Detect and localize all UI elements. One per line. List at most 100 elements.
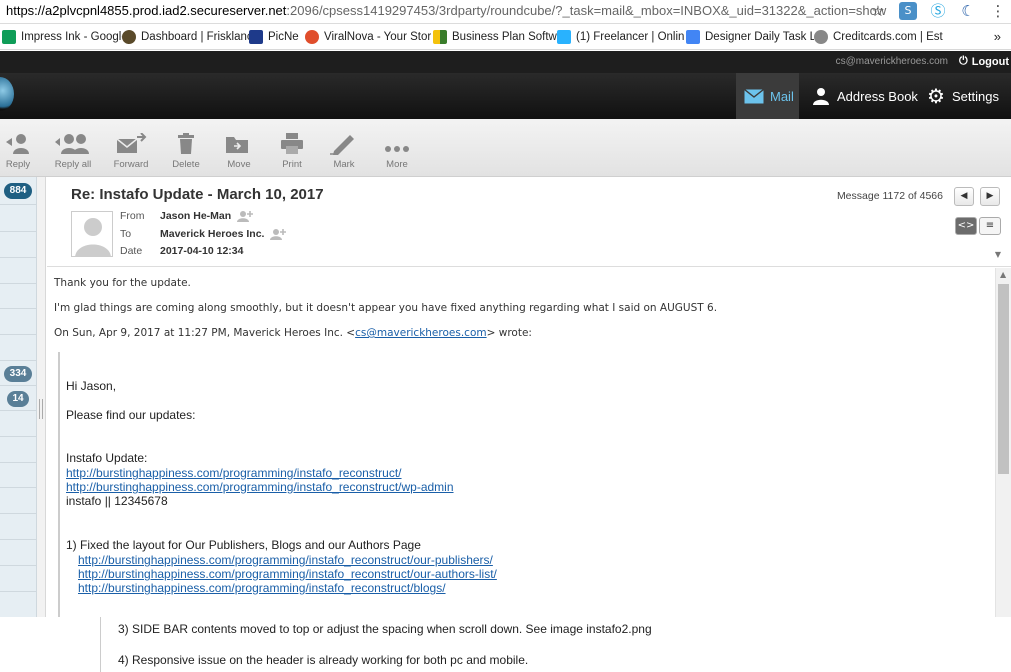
trash-icon (178, 133, 194, 154)
scroll-thumb[interactable] (998, 284, 1009, 474)
nav-settings[interactable]: ⚙ Settings (926, 73, 999, 119)
picnet-icon (249, 30, 263, 44)
message-counter: Message 1172 of 4566 (836, 190, 943, 202)
add-contact-icon[interactable] (237, 210, 254, 222)
reply-all-button[interactable]: Reply all (51, 133, 95, 170)
app-topbar: cs@maverickheroes.com ⏻ Logout (0, 51, 1011, 73)
body-line: I'm glad things are coming along smoothl… (54, 302, 718, 314)
add-contact-icon[interactable] (270, 228, 287, 240)
nav-mail[interactable]: Mail (736, 73, 799, 119)
scroll-up-icon[interactable]: ▲ (1000, 270, 1006, 279)
more-dots-icon (385, 146, 409, 152)
docs-icon (686, 30, 700, 44)
html-view-toggle[interactable]: <> (955, 217, 977, 235)
to-row: To Maverick Heroes Inc. (120, 228, 287, 240)
date-value: 2017-04-10 12:34 (160, 245, 244, 257)
person-icon (811, 86, 831, 106)
extension-icon[interactable]: S (899, 2, 917, 20)
body-scrollbar[interactable]: ▲ (995, 268, 1011, 617)
quote-text: Please find our updates: (66, 408, 196, 422)
greeting: Hi Jason, (66, 379, 117, 393)
quote-link[interactable]: http://burstinghappiness.com/programming… (78, 567, 497, 581)
body-line: Thank you for the update. (54, 277, 191, 289)
quoted-message-continued: 3) SIDE BAR contents moved to top or adj… (100, 617, 1011, 672)
message-header: Re: Instafo Update - March 10, 2017 From… (47, 177, 1011, 267)
bookmark-item[interactable]: Impress Ink - Google (0, 30, 122, 44)
url-path: :2096/cpsess1419297453/3rdparty/roundcub… (286, 3, 887, 18)
bookmark-item[interactable]: Designer Daily Task L (686, 30, 814, 44)
bookmark-item[interactable]: Dashboard | Frisklanc (122, 30, 249, 44)
bookmark-item[interactable]: (1) Freelancer | Onlin (557, 30, 686, 44)
bookmark-star-icon[interactable]: ☆ (869, 2, 887, 20)
quote-text: 1) Fixed the layout for Our Publishers, … (66, 538, 421, 552)
power-icon: ⏻ (959, 55, 968, 67)
quote-text: instafo || 12345678 (66, 494, 168, 508)
splitter-grip[interactable] (39, 399, 43, 419)
quoted-message: Hi Jason, Please find our updates: Insta… (58, 352, 988, 617)
logo-icon (0, 77, 14, 111)
overflow-content: 3) SIDE BAR contents moved to top or adj… (0, 617, 1011, 672)
delete-button[interactable]: Delete (164, 133, 208, 170)
print-button[interactable]: Print (270, 133, 314, 170)
forward-icon (116, 133, 147, 153)
quote-link[interactable]: http://burstinghappiness.com/programming… (78, 553, 493, 567)
next-message-button[interactable]: ▶ (980, 187, 1000, 206)
avatar (71, 211, 113, 257)
expand-headers-icon[interactable]: ▼ (995, 250, 1001, 259)
message-subject: Re: Instafo Update - March 10, 2017 (71, 186, 324, 203)
triangle-right-icon: ▶ (986, 191, 994, 201)
folder-move-icon (226, 137, 248, 153)
from-value[interactable]: Jason He-Man (160, 210, 231, 222)
freelancer-icon (557, 30, 571, 44)
quote-link[interactable]: http://burstinghappiness.com/programming… (66, 480, 454, 494)
logout-button[interactable]: ⏻ Logout (959, 55, 1009, 68)
triangle-left-icon: ◀ (960, 191, 968, 201)
quote-text: 4) Responsive issue on the header is alr… (118, 653, 529, 667)
quote-intro: On Sun, Apr 9, 2017 at 11:27 PM, Maveric… (54, 327, 532, 339)
move-button[interactable]: Move (217, 133, 261, 170)
printer-icon (281, 133, 303, 154)
site-icon (122, 30, 136, 44)
nav-address-book[interactable]: Address Book (811, 73, 918, 119)
bookmarks-bar: Impress Ink - Google Dashboard | Friskla… (0, 25, 1011, 50)
message-body: Thank you for the update. I'm glad thing… (47, 268, 995, 617)
browser-menu-icon[interactable]: ⋮ (989, 2, 1007, 20)
folder-list: 884 334 14 (0, 177, 37, 617)
date-row: Date 2017-04-10 12:34 (120, 245, 244, 257)
mark-button[interactable]: Mark (322, 133, 366, 170)
folder-count-badge[interactable]: 334 (4, 366, 32, 382)
reply-button[interactable]: Reply (0, 133, 40, 170)
bizplan-icon (433, 30, 447, 44)
message-toolbar: Reply Reply all Forward Delete Move Prin… (0, 119, 1011, 177)
folder-count-badge[interactable]: 14 (7, 391, 29, 407)
quote-link[interactable]: http://burstinghappiness.com/programming… (66, 466, 402, 480)
plain-view-toggle[interactable]: ≡ (979, 217, 1001, 235)
more-button[interactable]: More (375, 133, 419, 170)
quote-link[interactable]: http://burstinghappiness.com/programming… (78, 581, 446, 595)
previous-message-button[interactable]: ◀ (954, 187, 974, 206)
skype-icon[interactable]: Ⓢ (929, 2, 947, 20)
url-field[interactable]: https://a2plvcpnl4855.prod.iad2.securese… (6, 3, 886, 18)
envelope-icon (744, 86, 764, 106)
email-link[interactable]: cs@maverickheroes.com (355, 327, 487, 339)
creditcards-icon (814, 30, 828, 44)
forward-button[interactable]: Forward (109, 133, 153, 170)
bookmarks-more-button[interactable]: » (994, 29, 1001, 44)
bookmark-item[interactable]: Business Plan Softwa (433, 30, 557, 44)
app-navigation: Mail Address Book ⚙ Settings (0, 73, 1011, 119)
bookmark-item[interactable]: ViralNova - Your Stor (305, 30, 433, 44)
extension-swirl-icon[interactable]: ☾ (959, 2, 977, 20)
bookmark-item[interactable]: Creditcards.com | Est (814, 30, 964, 44)
viralnova-icon (305, 30, 319, 44)
pane-splitter[interactable] (37, 177, 46, 617)
bookmark-item[interactable]: PicNe (249, 30, 305, 44)
quote-text: 3) SIDE BAR contents moved to top or adj… (118, 622, 652, 636)
user-email: cs@maverickheroes.com (835, 56, 948, 67)
unread-badge[interactable]: 884 (4, 183, 32, 199)
reply-all-icon (55, 134, 89, 154)
url-host: https://a2plvcpnl4855.prod.iad2.securese… (6, 3, 287, 18)
from-row: From Jason He-Man (120, 210, 254, 222)
browser-address-bar[interactable]: https://a2plvcpnl4855.prod.iad2.securese… (0, 0, 1011, 24)
gear-icon: ⚙ (927, 85, 945, 108)
to-value[interactable]: Maverick Heroes Inc. (160, 228, 264, 240)
